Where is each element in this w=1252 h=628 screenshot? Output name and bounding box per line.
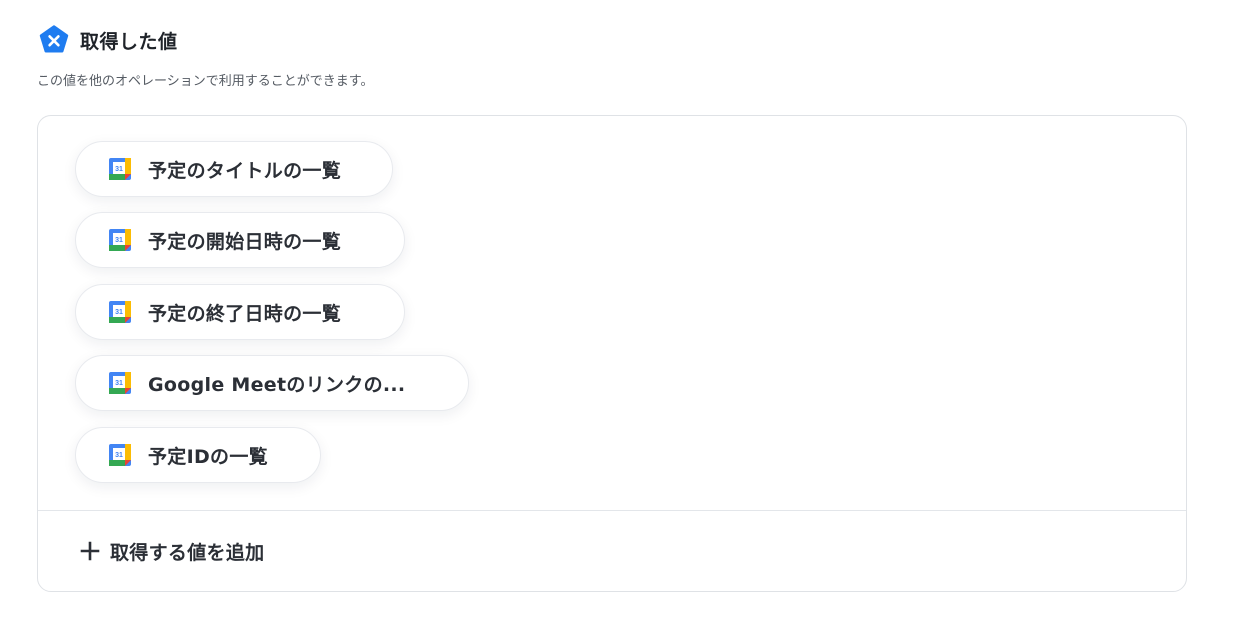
- value-chip-label: Google Meetのリンクの...: [148, 373, 406, 396]
- value-chip-label: 予定IDの一覧: [148, 445, 268, 468]
- section-title: 取得した値: [80, 30, 178, 53]
- value-chip[interactable]: 31 予定の終了日時の一覧: [75, 284, 405, 340]
- acquired-values-panel: 31 予定のタイトルの一覧 31 予定の開始日時の一覧 31 予定の終了日時の一…: [37, 115, 1187, 592]
- section-header: 取得した値: [38, 24, 178, 56]
- google-calendar-icon: 31: [109, 372, 131, 394]
- svg-text:31: 31: [115, 237, 123, 244]
- google-calendar-icon: 31: [109, 229, 131, 251]
- svg-text:31: 31: [115, 309, 123, 316]
- svg-text:31: 31: [115, 452, 123, 459]
- yoom-x-pentagon-icon: [38, 24, 70, 56]
- add-value-label: 取得する値を追加: [110, 541, 265, 564]
- value-chip-label: 予定の終了日時の一覧: [148, 302, 342, 325]
- add-value-button[interactable]: 取得する値を追加: [80, 536, 264, 566]
- svg-text:31: 31: [115, 166, 123, 173]
- section-description: この値を他のオペレーションで利用することができます。: [37, 74, 374, 89]
- value-chip[interactable]: 31 予定の開始日時の一覧: [75, 212, 405, 268]
- svg-text:31: 31: [115, 380, 123, 387]
- panel-divider: [38, 510, 1186, 511]
- google-calendar-icon: 31: [109, 444, 131, 466]
- google-calendar-icon: 31: [109, 158, 131, 180]
- value-chip-label: 予定の開始日時の一覧: [148, 230, 342, 253]
- value-chip[interactable]: 31 予定のタイトルの一覧: [75, 141, 393, 197]
- plus-icon: [80, 541, 100, 561]
- google-calendar-icon: 31: [109, 301, 131, 323]
- value-chip[interactable]: 31 Google Meetのリンクの...: [75, 355, 469, 411]
- value-chip-label: 予定のタイトルの一覧: [148, 159, 342, 182]
- value-chip[interactable]: 31 予定IDの一覧: [75, 427, 321, 483]
